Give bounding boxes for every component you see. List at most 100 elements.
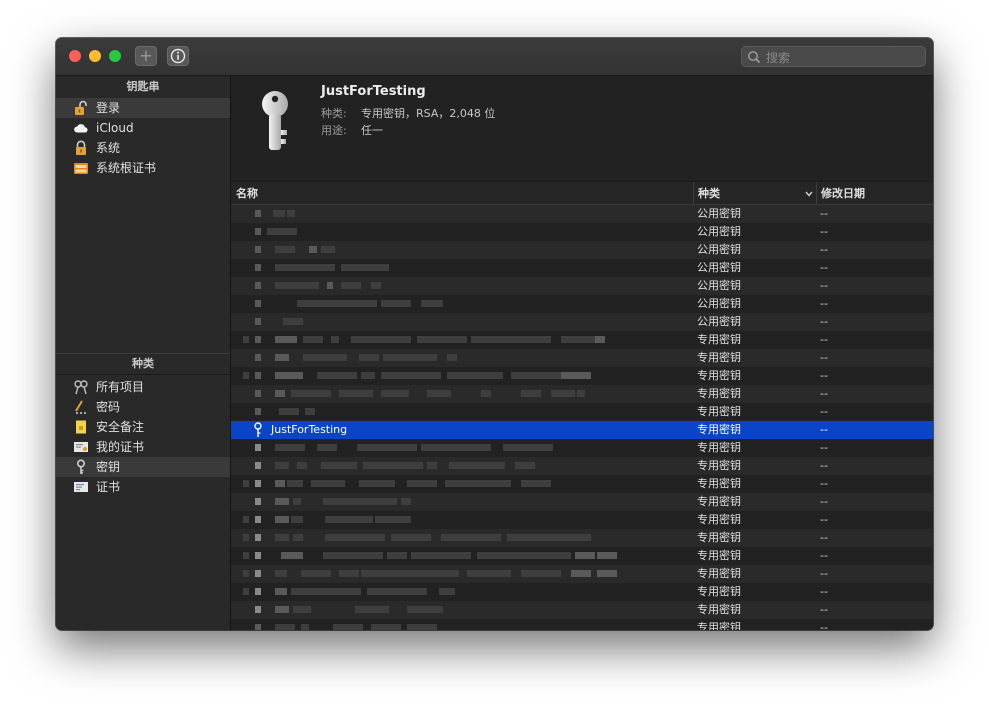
redacted-name-block <box>301 624 309 630</box>
redacted-name-block <box>255 552 261 559</box>
redacted-name-block <box>255 480 261 487</box>
table-row[interactable]: 专用密钥 -- <box>231 493 933 511</box>
cell-name <box>231 223 693 241</box>
redacted-name-block <box>255 606 261 613</box>
redacted-name-block <box>275 606 289 613</box>
cell-name <box>231 331 693 349</box>
redacted-name-block <box>401 516 411 523</box>
redacted-name-block <box>291 516 303 523</box>
cell-kind: 专用密钥 <box>697 459 741 472</box>
sidebar-item-label: 系统根证书 <box>96 161 157 175</box>
table-row[interactable]: 公用密钥 -- <box>231 313 933 331</box>
redacted-name-block <box>551 390 575 397</box>
table-row[interactable]: 公用密钥 -- <box>231 241 933 259</box>
sidebar-item-icloud[interactable]: iCloud <box>56 118 230 138</box>
search-input[interactable] <box>764 48 923 67</box>
redacted-name-block <box>243 372 249 379</box>
sidebar-item-passwords[interactable]: 密码 <box>56 397 230 417</box>
redacted-name-block <box>309 246 317 253</box>
sidebar-item-system-roots[interactable]: 系统根证书 <box>56 158 230 178</box>
table-row[interactable]: 专用密钥 -- <box>231 349 933 367</box>
cell-date: -- <box>820 279 828 292</box>
table-row[interactable]: 专用密钥 -- <box>231 403 933 421</box>
table-row[interactable]: 专用密钥 -- <box>231 367 933 385</box>
redacted-name-block <box>381 372 441 379</box>
cell-date: -- <box>820 225 828 238</box>
table-row[interactable]: 专用密钥 -- <box>231 601 933 619</box>
table-row[interactable]: 专用密钥 -- <box>231 547 933 565</box>
cell-kind: 专用密钥 <box>697 513 741 526</box>
table-row[interactable]: 专用密钥 -- <box>231 511 933 529</box>
redacted-name-block <box>325 516 373 523</box>
cell-name <box>231 277 693 295</box>
category-header: 种类 <box>56 353 230 375</box>
title-bar: + <box>56 38 933 76</box>
redacted-name-block <box>323 552 383 559</box>
table-row[interactable]: 公用密钥 -- <box>231 295 933 313</box>
table-row[interactable]: 专用密钥 -- <box>231 439 933 457</box>
redacted-name-block <box>255 444 261 451</box>
cell-kind: 专用密钥 <box>697 621 741 630</box>
cell-name <box>231 601 693 619</box>
sidebar-item-label: 系统 <box>96 141 121 155</box>
sidebar-item-all-items[interactable]: 所有项目 <box>56 377 230 397</box>
sidebar-item-login[interactable]: 登录 <box>56 98 230 118</box>
redacted-name-block <box>255 318 261 325</box>
redacted-name-block <box>243 516 249 523</box>
redacted-name-block <box>471 336 551 343</box>
redacted-name-block <box>317 444 337 451</box>
minimize-window-button[interactable] <box>89 50 101 62</box>
zoom-window-button[interactable] <box>109 50 121 62</box>
info-button[interactable] <box>167 46 189 66</box>
table-row-selected[interactable]: JustForTesting 专用密钥 -- <box>231 421 933 439</box>
column-header-date[interactable]: 修改日期 <box>821 182 865 205</box>
table-row[interactable]: 专用密钥 -- <box>231 385 933 403</box>
cell-name <box>231 295 693 313</box>
cell-name <box>231 259 693 277</box>
redacted-name-block <box>471 480 511 487</box>
table-row[interactable]: 专用密钥 -- <box>231 331 933 349</box>
close-window-button[interactable] <box>69 50 81 62</box>
table-row[interactable]: 专用密钥 -- <box>231 565 933 583</box>
redacted-name-block <box>407 354 437 361</box>
cell-kind: 专用密钥 <box>697 405 741 418</box>
table-row[interactable]: 专用密钥 -- <box>231 457 933 475</box>
redacted-name-block <box>515 462 535 469</box>
sidebar-item-my-certificates[interactable]: 我的证书 <box>56 437 230 457</box>
redacted-name-block <box>561 372 591 379</box>
redacted-name-block <box>439 588 455 595</box>
table-row[interactable]: 专用密钥 -- <box>231 583 933 601</box>
cell-name <box>231 367 693 385</box>
table-row[interactable]: 专用密钥 -- <box>231 619 933 630</box>
cell-date: -- <box>820 441 828 454</box>
table-row[interactable]: 公用密钥 -- <box>231 205 933 223</box>
table-row[interactable]: 公用密钥 -- <box>231 259 933 277</box>
redacted-name-block <box>521 570 561 577</box>
table-row[interactable]: 专用密钥 -- <box>231 529 933 547</box>
column-divider[interactable] <box>693 182 694 206</box>
cell-date: -- <box>820 477 828 490</box>
item-kind-line: 种类: 专用密钥，RSA，2,048 位 <box>321 105 495 121</box>
column-divider[interactable] <box>816 182 817 206</box>
add-item-button[interactable]: + <box>135 46 157 66</box>
redacted-name-block <box>275 372 303 379</box>
redacted-name-block <box>391 534 431 541</box>
sidebar-item-system[interactable]: 系统 <box>56 138 230 158</box>
keychain-window: + 钥匙串 登录 <box>56 38 933 630</box>
table-row[interactable]: 公用密钥 -- <box>231 277 933 295</box>
cell-name <box>231 565 693 583</box>
cell-name <box>231 313 693 331</box>
redacted-name-block <box>363 462 423 469</box>
column-header-name[interactable]: 名称 <box>236 182 258 205</box>
sidebar-item-secure-notes[interactable]: 安全备注 <box>56 417 230 437</box>
redacted-name-block <box>359 354 379 361</box>
sidebar-item-keys[interactable]: 密钥 <box>56 457 230 477</box>
column-header-kind[interactable]: 种类 <box>698 182 720 205</box>
redacted-name-block <box>275 570 287 577</box>
search-field[interactable] <box>741 46 926 67</box>
redacted-name-block <box>451 444 491 451</box>
table-row[interactable]: 专用密钥 -- <box>231 475 933 493</box>
redacted-name-block <box>255 282 261 289</box>
table-row[interactable]: 公用密钥 -- <box>231 223 933 241</box>
sidebar-item-certificates[interactable]: 证书 <box>56 477 230 497</box>
